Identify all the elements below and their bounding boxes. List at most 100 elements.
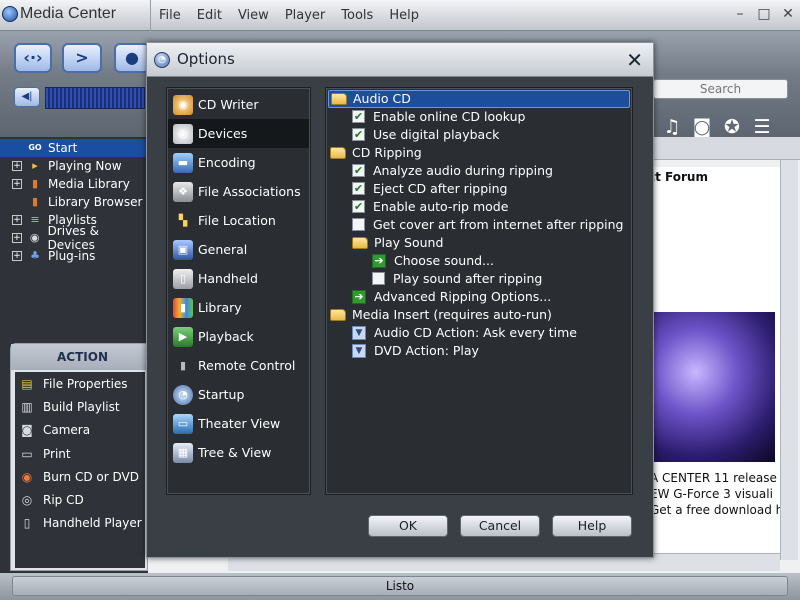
checkbox-unchecked[interactable]: [372, 272, 385, 286]
option-enable-auto-rip[interactable]: ✔ Enable auto-rip mode: [352, 198, 508, 216]
menu-edit[interactable]: Edit: [189, 0, 230, 31]
tree-expander[interactable]: +: [12, 179, 22, 189]
category-library[interactable]: ▮ Library: [168, 293, 309, 322]
minimize-button[interactable]: –: [732, 6, 748, 22]
action-rip-cd[interactable]: ◎ Rip CD: [15, 488, 145, 511]
category-cd-writer[interactable]: ◉ CD Writer: [168, 90, 309, 119]
category-general[interactable]: ▣ General: [168, 235, 309, 264]
library-icon: ▮: [173, 297, 193, 318]
category-theater-view[interactable]: ▭ Theater View: [168, 409, 309, 438]
tree-expander: [12, 143, 22, 153]
camera-icon[interactable]: ◙: [690, 115, 714, 139]
menu-file[interactable]: File: [151, 0, 189, 31]
music-note-icon[interactable]: ♫: [660, 115, 684, 139]
option-play-sound[interactable]: Play Sound: [352, 234, 443, 252]
tree-item-drives-devices[interactable]: + ◉ Drives & Devices: [0, 224, 148, 252]
volume-slider[interactable]: [45, 87, 145, 109]
search-input[interactable]: Search: [653, 79, 788, 99]
menu-player[interactable]: Player: [277, 0, 333, 31]
action-burn-cd-dvd[interactable]: ◉ Burn CD or DVD: [15, 465, 145, 488]
option-get-cover-art[interactable]: Get cover art from internet after rippin…: [352, 216, 623, 234]
maximize-button[interactable]: □: [756, 6, 772, 22]
category-startup[interactable]: ◔ Startup: [168, 380, 309, 409]
build-playlist-icon: ▥: [21, 399, 33, 414]
cancel-button[interactable]: Cancel: [460, 515, 540, 537]
tree-item-media-library[interactable]: + ▮ Media Library: [0, 175, 148, 193]
tree-expander[interactable]: +: [12, 233, 22, 243]
option-media-insert[interactable]: Media Insert (requires auto-run): [330, 306, 552, 324]
category-label: Tree & View: [198, 445, 272, 460]
category-file-associations[interactable]: ❖ File Associations: [168, 177, 309, 206]
speaker-icon: ◀|: [21, 91, 33, 102]
option-play-sound-after-ripping[interactable]: Play sound after ripping: [372, 270, 542, 288]
checkbox-checked[interactable]: ✔: [352, 164, 365, 178]
option-choose-sound[interactable]: ➔ Choose sound...: [372, 252, 494, 270]
action-build-playlist[interactable]: ▥ Build Playlist: [15, 395, 145, 418]
document-icon[interactable]: ☰: [750, 115, 774, 139]
action-print[interactable]: ▭ Print: [15, 442, 145, 465]
option-cd-ripping[interactable]: CD Ripping: [330, 144, 422, 162]
menu-view[interactable]: View: [230, 0, 277, 31]
category-remote-control[interactable]: ▮ Remote Control: [168, 351, 309, 380]
category-tree-view[interactable]: ▦ Tree & View: [168, 438, 309, 467]
tree-expander[interactable]: +: [12, 251, 22, 261]
category-devices[interactable]: ◎ Devices: [168, 119, 309, 148]
film-reel-icon[interactable]: ✪: [720, 115, 744, 139]
tree-expander[interactable]: +: [12, 215, 22, 225]
option-label: Eject CD after ripping: [373, 181, 508, 197]
category-label: Library: [198, 300, 242, 315]
option-dvd-action[interactable]: ▼ DVD Action: Play: [352, 342, 479, 360]
option-advanced-ripping[interactable]: ➔ Advanced Ripping Options...: [352, 288, 551, 306]
checkbox-checked[interactable]: ✔: [352, 128, 365, 142]
close-button[interactable]: ✕: [780, 6, 796, 22]
tree-item-label: Library Browser: [48, 195, 143, 209]
theater-view-icon: ▭: [173, 413, 193, 434]
tree-item-plug-ins[interactable]: + ♣ Plug-ins: [0, 247, 148, 265]
vertical-scrollbar[interactable]: [780, 160, 798, 560]
checkbox-checked[interactable]: ✔: [352, 200, 365, 214]
checkbox-checked[interactable]: ✔: [352, 110, 365, 124]
dropdown-icon[interactable]: ▼: [352, 325, 366, 340]
file-associations-icon: ❖: [173, 181, 193, 202]
dialog-close-icon[interactable]: ✕: [626, 48, 643, 72]
checkbox-unchecked[interactable]: [352, 218, 365, 232]
library-icon: ▮: [31, 177, 39, 190]
dropdown-icon[interactable]: ▼: [352, 343, 366, 358]
play-button[interactable]: >: [62, 43, 102, 73]
menu-tools[interactable]: Tools: [333, 0, 381, 31]
forum-heading[interactable]: ct Forum: [648, 170, 708, 184]
stop-button[interactable]: ●: [114, 43, 150, 73]
tree-expander[interactable]: +: [12, 161, 22, 171]
ok-button[interactable]: OK: [368, 515, 448, 537]
action-file-properties[interactable]: ▤ File Properties: [15, 372, 145, 395]
category-encoding[interactable]: ▬ Encoding: [168, 148, 309, 177]
help-button[interactable]: Help: [552, 515, 632, 537]
visualization-image: [653, 312, 775, 462]
news-line[interactable]: A CENTER 11 release su: [650, 470, 795, 486]
action-list: ▤ File Properties ▥ Build Playlist ◙ Cam…: [15, 372, 145, 568]
option-enable-online-cd-lookup[interactable]: ✔ Enable online CD lookup: [352, 108, 525, 126]
option-use-digital-playback[interactable]: ✔ Use digital playback: [352, 126, 499, 144]
option-label: Choose sound...: [394, 253, 494, 269]
menu-bar: File Edit View Player Tools Help: [150, 0, 427, 31]
category-file-location[interactable]: ▚ File Location: [168, 206, 309, 235]
menu-help[interactable]: Help: [381, 0, 427, 31]
news-line[interactable]: EW G-Force 3 visuali: [650, 486, 795, 502]
checkbox-checked[interactable]: ✔: [352, 182, 365, 196]
tree-item-library-browser[interactable]: ▮ Library Browser: [0, 193, 148, 211]
category-playback[interactable]: ▶ Playback: [168, 322, 309, 351]
category-handheld[interactable]: ▯ Handheld: [168, 264, 309, 293]
tree-item-playing-now[interactable]: + ▸ Playing Now: [0, 157, 148, 175]
previous-button[interactable]: ‹·›: [14, 43, 52, 73]
category-label: Theater View: [198, 416, 281, 431]
action-camera[interactable]: ◙ Camera: [15, 419, 145, 442]
tree-item-start[interactable]: GO Start: [0, 139, 148, 157]
option-audio-cd[interactable]: Audio CD: [328, 90, 630, 108]
option-analyze-audio[interactable]: ✔ Analyze audio during ripping: [352, 162, 553, 180]
news-line[interactable]: Get a free download h: [650, 502, 795, 518]
option-audio-cd-action[interactable]: ▼ Audio CD Action: Ask every time: [352, 324, 577, 342]
action-window-title: ACTION WINDO: [11, 344, 149, 390]
mute-button[interactable]: ◀|: [14, 87, 40, 107]
option-eject-cd[interactable]: ✔ Eject CD after ripping: [352, 180, 508, 198]
action-handheld-player[interactable]: ▯ Handheld Player: [15, 512, 145, 535]
